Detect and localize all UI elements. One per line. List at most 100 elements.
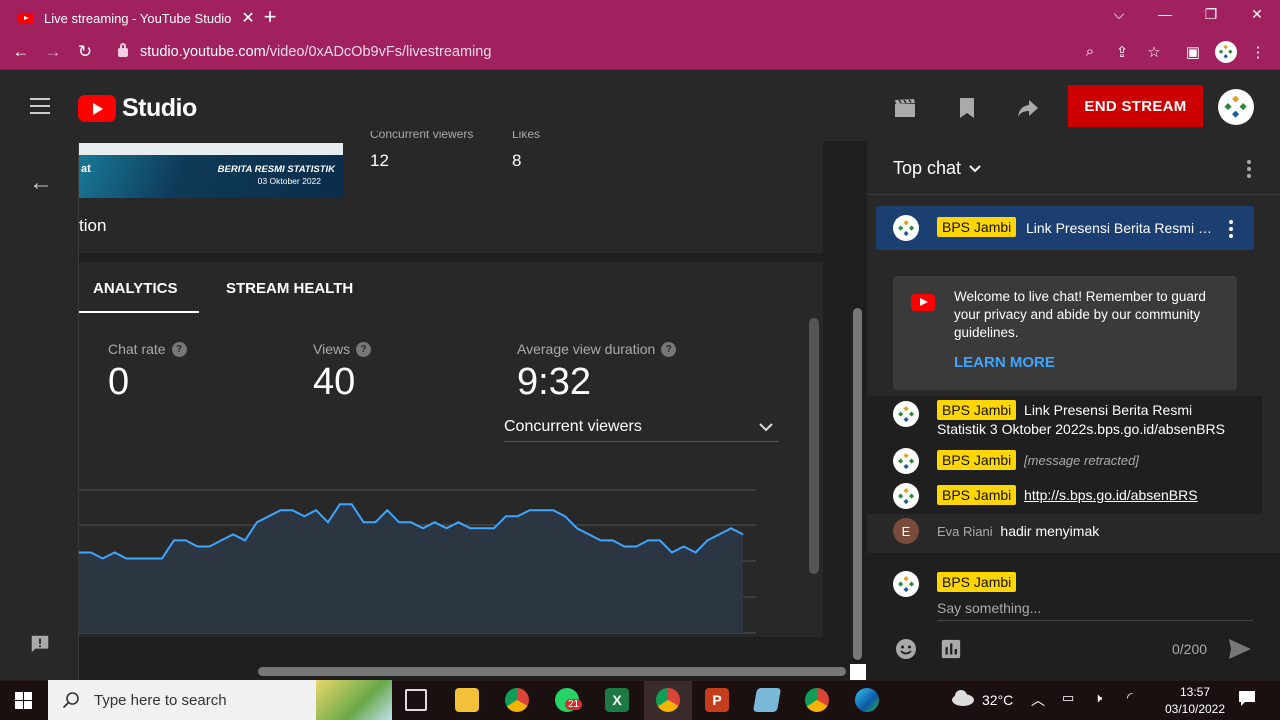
views-value: 40: [313, 361, 356, 403]
tab-analytics[interactable]: ANALYTICS: [93, 262, 177, 314]
tray-expand-icon[interactable]: ︿: [1031, 690, 1045, 710]
feedback-icon[interactable]: [29, 633, 51, 655]
chat-message[interactable]: Eva Riani hadir menyimak: [937, 522, 1099, 541]
excel-icon[interactable]: X: [605, 688, 629, 712]
analytics-tabs: [79, 262, 823, 314]
url-host: studio.youtube.com: [140, 44, 266, 60]
channel-avatar[interactable]: [1218, 89, 1254, 125]
zoom-icon[interactable]: ⌕: [1079, 43, 1101, 60]
notes-app-icon[interactable]: [752, 688, 782, 712]
tab-search-icon[interactable]: ⌵: [1104, 6, 1134, 23]
author-badge[interactable]: BPS Jambi: [937, 400, 1017, 420]
chat-mode-dropdown[interactable]: Top chat: [893, 158, 981, 179]
help-icon[interactable]: ?: [661, 341, 677, 357]
url-field[interactable]: studio.youtube.com/video/0xADcOb9vFs/liv…: [106, 39, 1106, 65]
help-icon[interactable]: ?: [356, 341, 372, 357]
notifications-icon[interactable]: [1238, 690, 1256, 707]
bookmark-star-icon[interactable]: ☆: [1143, 43, 1165, 61]
chat-message[interactable]: BPS Jambi [message retracted]: [937, 450, 1139, 470]
file-explorer-icon[interactable]: [455, 688, 479, 712]
meet-now-icon[interactable]: ▭: [1062, 690, 1074, 706]
author-avatar[interactable]: [893, 448, 919, 474]
author-badge[interactable]: BPS Jambi: [937, 450, 1017, 470]
emoji-icon[interactable]: [894, 637, 918, 661]
input-underline: [937, 620, 1253, 621]
end-stream-button[interactable]: END STREAM: [1068, 85, 1203, 127]
task-view-icon[interactable]: [405, 689, 427, 711]
learn-more-link[interactable]: LEARN MORE: [954, 354, 1055, 371]
youtube-logo-icon: [78, 95, 116, 122]
taskbar-search[interactable]: Type here to search: [48, 680, 392, 720]
thumbnail-cut-text: at: [81, 163, 91, 175]
new-tab-button[interactable]: +: [258, 4, 282, 30]
description-heading: tion: [79, 216, 107, 235]
edge-icon[interactable]: [855, 688, 879, 712]
studio-logo[interactable]: Studio: [78, 94, 197, 123]
clapperboard-icon[interactable]: [893, 96, 917, 120]
author-badge[interactable]: BPS Jambi: [937, 217, 1017, 237]
speaker-muted-icon[interactable]: 🕨: [1094, 690, 1102, 706]
hamburger-menu-icon[interactable]: [30, 98, 50, 114]
scroll-corner: [850, 664, 866, 680]
wifi-icon[interactable]: ◜: [1127, 689, 1132, 706]
views-label: Views?: [313, 341, 372, 357]
clock[interactable]: 13:57 03/10/2022: [1160, 684, 1230, 718]
tab-stream-health[interactable]: STREAM HEALTH: [226, 262, 353, 314]
left-rail: [0, 141, 79, 680]
chat-input[interactable]: Say something...: [937, 600, 1041, 616]
close-tab-icon[interactable]: ✕: [241, 8, 254, 28]
pinned-menu-icon[interactable]: [1229, 220, 1233, 238]
back-icon[interactable]: ←: [10, 42, 32, 62]
reload-icon[interactable]: ↻: [74, 42, 96, 62]
windows-start-icon[interactable]: [15, 692, 32, 709]
message-link[interactable]: http://s.bps.go.id/absenBRS: [1024, 487, 1198, 503]
send-icon[interactable]: [1228, 638, 1252, 660]
forward-icon[interactable]: →: [42, 42, 64, 62]
horizontal-scrollbar[interactable]: [258, 667, 846, 676]
bookmark-icon[interactable]: [955, 96, 979, 120]
chart-area: [79, 504, 743, 633]
close-window-button[interactable]: ✕: [1242, 6, 1272, 23]
author-avatar[interactable]: [893, 483, 919, 509]
profile-avatar-icon[interactable]: [1215, 41, 1237, 63]
chart-metric-dropdown[interactable]: Concurrent viewers: [504, 412, 779, 442]
chat-title: Top chat: [893, 158, 962, 178]
share-icon[interactable]: ⇪: [1111, 43, 1133, 61]
chrome-icon[interactable]: [505, 688, 529, 712]
back-arrow-icon[interactable]: ←: [29, 169, 53, 197]
chrome-profile-icon[interactable]: [805, 688, 829, 712]
stream-thumbnail[interactable]: at BERITA RESMI STATISTIK 03 Oktober 202…: [79, 143, 343, 198]
clock-time: 13:57: [1179, 685, 1211, 699]
poll-icon[interactable]: [940, 638, 962, 660]
avg-view-duration-label: Average view duration?: [517, 341, 677, 357]
clock-date: 03/10/2022: [1164, 702, 1226, 716]
author-avatar[interactable]: [893, 215, 919, 241]
chat-menu-icon[interactable]: [1247, 160, 1251, 178]
author-avatar[interactable]: [893, 401, 919, 427]
weather-temp[interactable]: 32°C: [982, 692, 1013, 708]
chat-composer: [867, 553, 1280, 680]
chat-message[interactable]: BPS Jambi Link Presensi Berita Resmi Sta…: [937, 400, 1237, 439]
search-placeholder: Type here to search: [94, 691, 227, 709]
main-vertical-scrollbar[interactable]: [853, 308, 862, 660]
weather-cloud-icon[interactable]: [950, 689, 976, 707]
author-badge[interactable]: BPS Jambi: [937, 485, 1017, 505]
message-text: [message retracted]: [1024, 453, 1139, 468]
browser-tab[interactable]: Live streaming - YouTube Studio ✕: [8, 2, 255, 34]
minimize-button[interactable]: —: [1150, 6, 1180, 22]
author-avatar[interactable]: E: [893, 518, 919, 544]
concurrent-viewers-value: 12: [370, 151, 389, 170]
youtube-icon: [911, 294, 935, 311]
side-panel-icon[interactable]: ▣: [1182, 43, 1204, 61]
youtube-favicon-icon: [18, 12, 34, 24]
author-name[interactable]: Eva Riani: [937, 524, 993, 539]
browser-menu-icon[interactable]: ⋮: [1247, 43, 1269, 61]
url-path: /video/0xADcOb9vFs/livestreaming: [265, 44, 492, 60]
panel-scrollbar[interactable]: [809, 318, 819, 574]
restore-button[interactable]: ❐: [1196, 6, 1226, 23]
powerpoint-icon[interactable]: P: [705, 688, 729, 712]
chrome-active-icon[interactable]: [656, 688, 680, 712]
help-icon[interactable]: ?: [171, 341, 187, 357]
chat-message[interactable]: BPS Jambi http://s.bps.go.id/absenBRS: [937, 485, 1198, 505]
share-arrow-icon[interactable]: [1016, 96, 1040, 120]
